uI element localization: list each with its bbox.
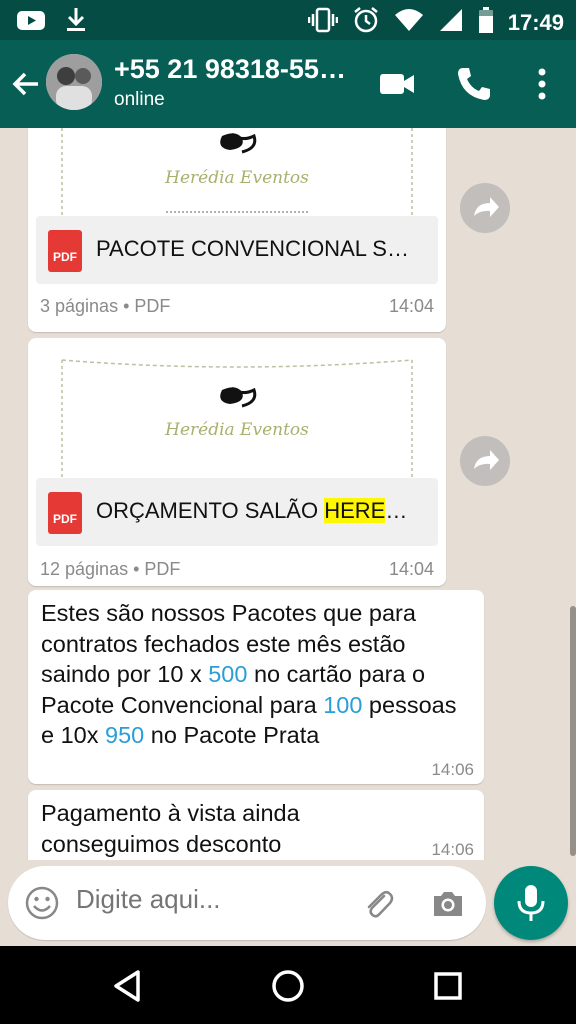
vibrate-icon	[307, 6, 338, 39]
download-icon	[64, 6, 88, 39]
camera-icon[interactable]	[430, 886, 466, 922]
chat-area[interactable]: Herédia Eventos PDF PACOTE CONVENCIONAL …	[0, 128, 576, 860]
more-vert-icon[interactable]	[522, 64, 562, 104]
mic-icon	[513, 883, 549, 928]
search-highlight: HERE	[324, 498, 386, 523]
avatar[interactable]	[46, 54, 102, 110]
forward-button[interactable]	[460, 183, 510, 233]
phone-number-link[interactable]: 500	[208, 661, 247, 687]
message-time: 14:06	[431, 840, 474, 859]
phone-icon[interactable]	[454, 64, 494, 104]
mic-button[interactable]	[494, 866, 568, 940]
preview-logo-text: Herédia Eventos	[165, 168, 309, 188]
text-message[interactable]: Pagamento à vista ainda conseguimos desc…	[28, 790, 484, 860]
chat-scrollbar[interactable]	[570, 606, 576, 856]
message-input[interactable]	[76, 884, 346, 915]
back-arrow-icon[interactable]	[8, 66, 44, 102]
contact-info[interactable]: +55 21 98318-55… online	[114, 54, 370, 111]
navigation-bar	[0, 946, 576, 1024]
preview-logo-text: Herédia Eventos	[165, 420, 309, 440]
battery-icon	[478, 6, 494, 39]
message-time: 14:04	[388, 559, 434, 579]
document-preview: Herédia Eventos	[36, 128, 438, 216]
video-call-icon[interactable]	[378, 64, 418, 104]
attach-icon[interactable]	[360, 886, 396, 922]
chat-header: +55 21 98318-55… online	[0, 40, 576, 128]
pdf-file-icon: PDF	[48, 230, 82, 272]
document-message[interactable]: Herédia Eventos PDF ORÇAMENTO SALÃO HERE…	[28, 338, 446, 586]
message-time: 14:04	[388, 296, 434, 316]
emoji-icon[interactable]	[24, 885, 60, 921]
message-text: Pagamento à vista ainda conseguimos desc…	[41, 800, 300, 857]
contact-status: online	[114, 89, 165, 110]
home-nav-icon[interactable]	[266, 964, 310, 1008]
text-message[interactable]: Estes são nossos Pacotes que para contra…	[28, 590, 484, 784]
document-file-bar[interactable]: PDF ORÇAMENTO SALÃO HERE…	[36, 478, 438, 546]
document-file-bar[interactable]: PDF PACOTE CONVENCIONAL S…	[36, 216, 438, 284]
message-time: 14:06	[431, 760, 474, 779]
document-preview: Herédia Eventos	[36, 346, 438, 478]
document-file-name: PACOTE CONVENCIONAL S…	[96, 236, 409, 261]
phone-number-link[interactable]: 100	[323, 692, 362, 718]
clock: 17:49	[507, 9, 564, 35]
contact-name: +55 21 98318-55…	[114, 54, 346, 84]
document-message[interactable]: Herédia Eventos PDF PACOTE CONVENCIONAL …	[28, 128, 446, 332]
back-nav-icon[interactable]	[106, 964, 150, 1008]
recents-nav-icon[interactable]	[426, 964, 470, 1008]
message-composer	[8, 866, 486, 940]
alarm-icon	[352, 6, 380, 39]
status-bar: 17:49	[0, 0, 576, 40]
phone-number-link[interactable]: 950	[105, 722, 144, 748]
message-text: Estes são nossos Pacotes que para contra…	[41, 600, 457, 748]
signal-icon	[438, 7, 464, 38]
youtube-icon	[16, 7, 46, 38]
pdf-file-icon: PDF	[48, 492, 82, 534]
forward-button[interactable]	[460, 436, 510, 486]
document-meta: 12 páginas • PDF	[40, 559, 181, 579]
document-file-name: ORÇAMENTO SALÃO HERE…	[96, 498, 408, 523]
document-meta: 3 páginas • PDF	[40, 296, 171, 316]
wifi-icon	[394, 7, 424, 38]
